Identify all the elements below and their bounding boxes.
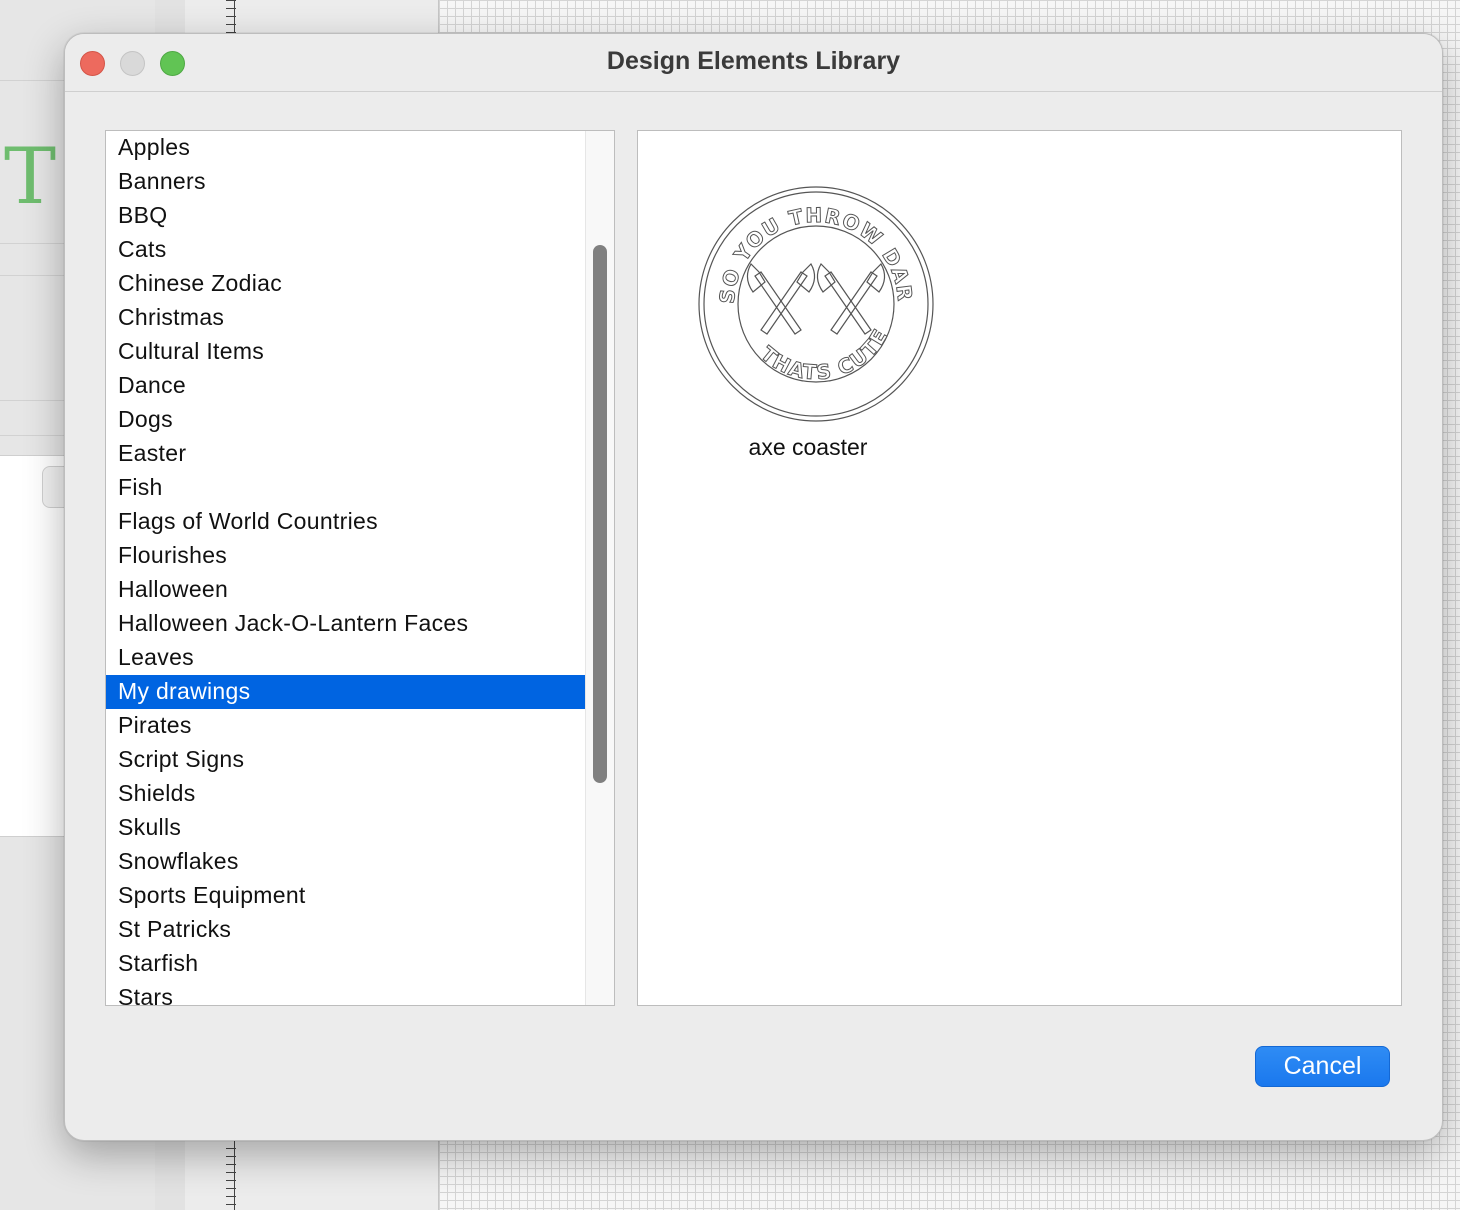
category-item[interactable]: Chinese Zodiac bbox=[106, 267, 586, 301]
thumbnail-text-bottom: THATS CUTE bbox=[756, 323, 892, 385]
elements-preview[interactable]: SO YOU THROW DARTS THATS CUTE bbox=[637, 130, 1402, 1006]
category-item[interactable]: Halloween bbox=[106, 573, 586, 607]
dialog-title: Design Elements Library bbox=[606, 47, 901, 75]
category-item[interactable]: Apples bbox=[106, 131, 586, 165]
category-item[interactable]: Snowflakes bbox=[106, 845, 586, 879]
category-item[interactable]: Leaves bbox=[106, 641, 586, 675]
category-list[interactable]: Apples Banners BBQ Cats Chinese Zodiac Christ… bbox=[105, 130, 615, 1006]
category-item[interactable]: St Patricks bbox=[106, 913, 586, 947]
category-item[interactable]: Banners bbox=[106, 165, 586, 199]
axe-coaster-thumbnail[interactable]: SO YOU THROW DARTS THATS CUTE bbox=[696, 184, 936, 424]
category-item[interactable]: Script Signs bbox=[106, 743, 586, 777]
category-item[interactable]: Fish bbox=[106, 471, 586, 505]
svg-text:THATS CUTE: THATS CUTE bbox=[756, 324, 893, 385]
category-item[interactable]: Starfish bbox=[106, 947, 586, 981]
element-tile[interactable]: SO YOU THROW DARTS THATS CUTE bbox=[688, 176, 934, 476]
category-item[interactable]: Sports Equipment bbox=[106, 879, 586, 913]
category-list-scroll[interactable]: Apples Banners BBQ Cats Chinese Zodiac Christ… bbox=[106, 131, 586, 1005]
cancel-button[interactable]: Cancel bbox=[1255, 1046, 1390, 1087]
category-item[interactable]: Skulls bbox=[106, 811, 586, 845]
category-item[interactable]: Pirates bbox=[106, 709, 586, 743]
background-panel bbox=[0, 455, 64, 837]
ruler-ticks bbox=[220, 1140, 236, 1210]
title-bar[interactable]: Design Elements Library bbox=[65, 34, 1442, 92]
category-scrollbar[interactable] bbox=[585, 131, 614, 1005]
category-item[interactable]: Flags of World Countries bbox=[106, 505, 586, 539]
category-item[interactable]: BBQ bbox=[106, 199, 586, 233]
svg-text:SO YOU THROW DARTS: SO YOU THROW DARTS bbox=[696, 184, 917, 305]
category-item[interactable]: Dance bbox=[106, 369, 586, 403]
category-item[interactable]: Easter bbox=[106, 437, 586, 471]
text-tool-icon[interactable]: T bbox=[4, 138, 56, 216]
thumbnail-text-top: SO YOU THROW DARTS bbox=[696, 184, 916, 305]
category-item[interactable]: Dogs bbox=[106, 403, 586, 437]
category-item[interactable]: Shields bbox=[106, 777, 586, 811]
category-item[interactable]: Cats bbox=[106, 233, 586, 267]
element-name: axe coaster bbox=[748, 434, 868, 460]
scrollbar-thumb[interactable] bbox=[593, 245, 607, 783]
category-item[interactable]: Halloween Jack-O-Lantern Faces bbox=[106, 607, 586, 641]
category-item[interactable]: Christmas bbox=[106, 301, 586, 335]
category-item[interactable]: Stars bbox=[106, 981, 586, 1005]
category-item[interactable]: Cultural Items bbox=[106, 335, 586, 369]
crossed-axes-icon bbox=[746, 263, 886, 335]
category-item[interactable]: Flourishes bbox=[106, 539, 586, 573]
category-item[interactable]: My drawings bbox=[106, 675, 586, 709]
design-elements-dialog: Design Elements Library Apples Banners BBQ… bbox=[64, 33, 1443, 1141]
